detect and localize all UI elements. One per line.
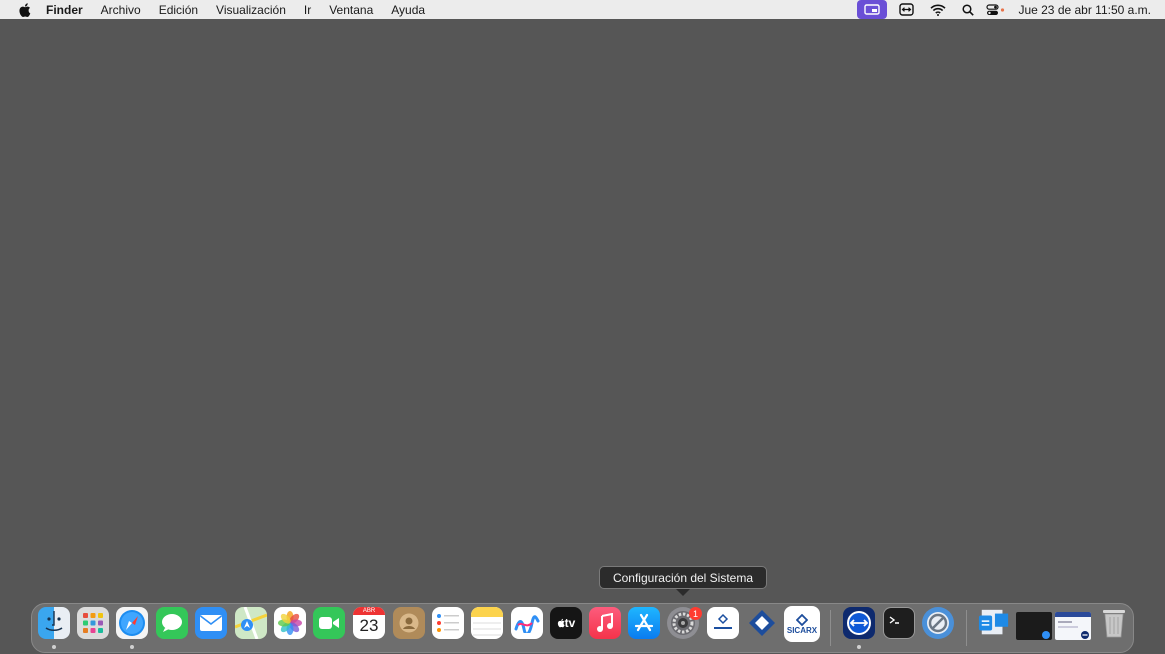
teamviewer-running-dot	[857, 645, 861, 649]
contacts-icon[interactable]	[393, 607, 425, 639]
teamviewer-icon[interactable]	[899, 0, 915, 19]
launchpad-icon[interactable]	[77, 607, 109, 639]
blocked-app-icon[interactable]	[922, 607, 954, 639]
downloads-stack-icon[interactable]	[978, 607, 1010, 639]
safari-running-dot	[130, 645, 134, 649]
finder-icon[interactable]	[38, 607, 70, 639]
screen-sharing-icon[interactable]	[857, 0, 888, 19]
dock-tooltip-arrow	[676, 589, 690, 596]
safari-icon[interactable]	[116, 607, 148, 639]
menu-visualizacion[interactable]: Visualización	[216, 3, 286, 17]
terminal-icon[interactable]	[883, 607, 915, 639]
apple-tv-icon[interactable]: tv	[550, 607, 582, 639]
apple-logo-icon[interactable]	[17, 2, 31, 17]
menu-ventana[interactable]: Ventana	[329, 3, 373, 17]
dock-tooltip: Configuración del Sistema	[599, 566, 767, 589]
facetime-icon[interactable]	[313, 607, 345, 639]
freeform-icon[interactable]	[511, 607, 543, 639]
dock-separator-stacks	[966, 610, 967, 646]
calendar-icon[interactable]: ABR 23	[353, 607, 385, 639]
menu-bar: Finder Archivo Edición Visualización Ir …	[0, 0, 1165, 19]
menu-edicion[interactable]: Edición	[159, 3, 198, 17]
control-center-icon[interactable]	[986, 0, 1006, 19]
mail-icon[interactable]	[195, 607, 227, 639]
wifi-icon[interactable]	[930, 0, 947, 19]
photos-icon[interactable]	[274, 607, 306, 639]
music-icon[interactable]	[589, 607, 621, 639]
calendar-day: 23	[359, 616, 379, 635]
dock-separator-apps	[830, 610, 831, 646]
menubar-clock[interactable]: Jue 23 de abr 11:50 a.m.	[1018, 3, 1151, 17]
reminders-icon[interactable]	[432, 607, 464, 639]
menu-finder[interactable]: Finder	[46, 3, 83, 17]
sicar-diamond-icon[interactable]	[746, 607, 778, 639]
app-store-icon[interactable]	[628, 607, 660, 639]
trash-icon[interactable]	[1098, 607, 1130, 639]
finder-running-dot	[52, 645, 56, 649]
notes-icon[interactable]	[471, 607, 503, 639]
maps-icon[interactable]	[235, 607, 267, 639]
search-icon[interactable]	[962, 0, 975, 19]
teamviewer-dock-icon[interactable]	[843, 607, 875, 639]
sicarx-label: SICARX	[786, 625, 818, 635]
messages-icon[interactable]	[156, 607, 188, 639]
menu-ir[interactable]: Ir	[304, 3, 311, 17]
menu-archivo[interactable]: Archivo	[101, 3, 141, 17]
menu-ayuda[interactable]: Ayuda	[391, 3, 425, 17]
settings-notification-badge: 1	[689, 607, 702, 620]
minimized-window-icon-2[interactable]	[1055, 612, 1091, 640]
minimized-window-icon[interactable]	[1016, 612, 1052, 640]
apple-tv-label: tv	[564, 616, 576, 630]
sicarx-icon[interactable]: SICARX	[784, 606, 820, 642]
calendar-month: ABR	[353, 607, 385, 615]
sicarx-small-icon[interactable]	[707, 607, 739, 639]
